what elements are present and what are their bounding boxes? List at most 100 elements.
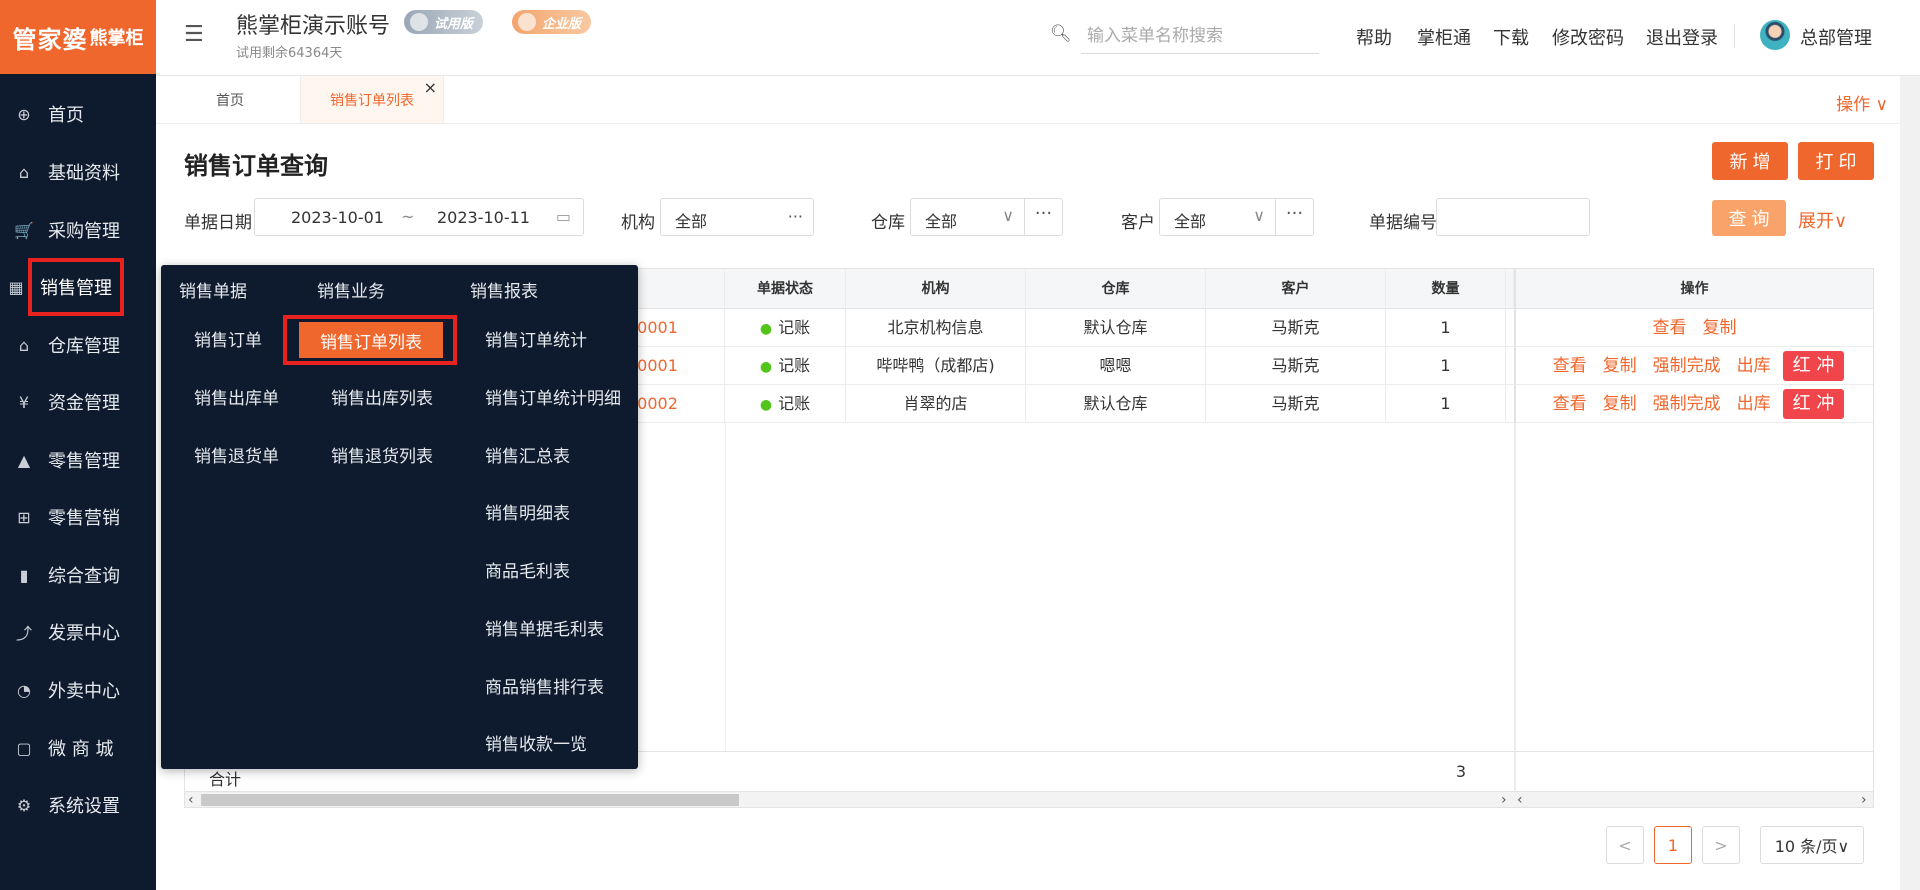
sidebar: 管家婆 熊掌柜 ⊕ 首页 ⌂ 基础资料 🛒 采购管理 ▦ 销售管理 ⌂ 仓库管理 ¥ 资金管… (0, 0, 156, 890)
qty-cell: 1 (1386, 309, 1506, 347)
outbound-link[interactable]: 出库 (1737, 394, 1771, 414)
copy-link[interactable]: 复制 (1603, 356, 1637, 376)
submenu-item-collection-overview[interactable]: 销售收款一览 (485, 730, 587, 755)
customer-select[interactable]: 全部 ∨ ··· (1159, 198, 1314, 236)
sidebar-item-query[interactable]: ▮ 综合查询 (0, 553, 156, 597)
org-select[interactable]: 全部 ··· (660, 198, 814, 236)
sidebar-item-basic-data[interactable]: ⌂ 基础资料 (0, 150, 156, 194)
sidebar-item-sales[interactable]: ▦ 销售管理 (8, 258, 124, 316)
page-scrollbar[interactable] (1900, 76, 1920, 890)
submenu-item-product-margin[interactable]: 商品毛利表 (485, 557, 570, 582)
copy-link[interactable]: 复制 (1603, 394, 1637, 414)
submenu-item-sales-outbound[interactable]: 销售出库单 (194, 384, 279, 409)
sidebar-item-purchase[interactable]: 🛒 采购管理 (0, 208, 156, 252)
expand-filters-link[interactable]: 展开∨ (1798, 207, 1847, 233)
scrollbar-thumb[interactable] (201, 794, 739, 806)
submenu-item-outbound-list[interactable]: 销售出库列表 (331, 384, 433, 409)
menu-search-input[interactable] (1081, 18, 1319, 54)
scroll-right-icon[interactable]: › (1501, 792, 1507, 808)
query-button[interactable]: 查 询 (1712, 200, 1786, 236)
force-complete-link[interactable]: 强制完成 (1653, 356, 1721, 376)
trial-badge-label: 试用版 (434, 16, 474, 32)
view-link[interactable]: 查看 (1553, 394, 1587, 414)
new-button[interactable]: 新 增 (1712, 142, 1788, 180)
submenu-item-sales-order[interactable]: 销售订单 (194, 326, 262, 351)
sidebar-item-invoice[interactable]: ⤴ 发票中心 (0, 610, 156, 654)
prev-page-button[interactable]: < (1606, 826, 1644, 864)
zhanggui-tong-link[interactable]: 掌柜通 (1417, 24, 1471, 50)
page-1-button[interactable]: 1 (1654, 826, 1692, 864)
help-link[interactable]: 帮助 (1356, 24, 1392, 50)
customer-cell: 马斯克 (1206, 385, 1386, 423)
close-icon[interactable]: × (424, 78, 437, 97)
sidebar-item-label: 综合查询 (48, 566, 120, 587)
warehouse-select[interactable]: 全部 ∨ ··· (910, 198, 1063, 236)
submenu-item-order-stats-detail[interactable]: 销售订单统计明细 (485, 384, 621, 409)
submenu-item-sales-detail[interactable]: 销售明细表 (485, 499, 570, 524)
logo-main-text: 管家婆 (12, 25, 88, 54)
brand-logo[interactable]: 管家婆 熊掌柜 (0, 0, 156, 74)
logout-link[interactable]: 退出登录 (1646, 24, 1718, 50)
view-link[interactable]: 查看 (1553, 356, 1587, 376)
sidebar-item-retail[interactable]: ▲ 零售管理 (0, 438, 156, 482)
date-range-picker[interactable]: 2023-10-01 ~ 2023-10-11 ▭ (254, 198, 584, 236)
page-size-select[interactable]: 10 条/页∨ (1760, 826, 1864, 864)
sidebar-item-home[interactable]: ⊕ 首页 (0, 92, 156, 136)
print-button[interactable]: 打 印 (1798, 142, 1874, 180)
order-no-filter-label: 单据编号 (1369, 213, 1437, 233)
date-from[interactable]: 2023-10-01 (291, 208, 384, 227)
submenu-item-sales-summary[interactable]: 销售汇总表 (485, 442, 570, 467)
sidebar-item-funds[interactable]: ¥ 资金管理 (0, 380, 156, 424)
scroll-left-icon[interactable]: ‹ (188, 792, 194, 808)
horizontal-scrollbar[interactable]: ‹ › ‹ › (185, 791, 1873, 808)
next-page-button[interactable]: > (1702, 826, 1740, 864)
submenu-item-product-ranking[interactable]: 商品销售排行表 (485, 673, 604, 698)
more-icon[interactable]: ··· (1024, 199, 1062, 235)
red-reverse-button[interactable]: 红 冲 (1782, 351, 1845, 381)
tab-operations-dropdown[interactable]: 操作 ∨ (1836, 90, 1888, 115)
outbound-link[interactable]: 出库 (1737, 356, 1771, 376)
tab-home[interactable]: 首页 (170, 76, 290, 123)
enterprise-badge: 企业版 (512, 10, 592, 34)
logo-sub-text: 熊掌柜 (89, 28, 144, 49)
calendar-icon[interactable]: ▭ (556, 207, 571, 226)
force-complete-link[interactable]: 强制完成 (1653, 394, 1721, 414)
gift-icon: ⊞ (17, 507, 31, 527)
sidebar-item-label: 资金管理 (48, 393, 120, 414)
sidebar-item-warehouse[interactable]: ⌂ 仓库管理 (0, 323, 156, 367)
scroll-left-icon[interactable]: ‹ (1517, 792, 1523, 808)
view-link[interactable]: 查看 (1653, 318, 1687, 338)
submenu-item-label: 销售订单列表 (291, 322, 449, 358)
tab-sales-order-list[interactable]: 销售订单列表 × (300, 76, 444, 123)
account-title: 熊掌柜演示账号 (236, 14, 391, 39)
sidebar-item-delivery[interactable]: ◔ 外卖中心 (0, 668, 156, 712)
scroll-right-icon[interactable]: › (1861, 792, 1867, 808)
sidebar-item-marketing[interactable]: ⊞ 零售营销 (0, 495, 156, 539)
trial-badge-icon (410, 13, 428, 31)
warehouse-cell: 默认仓库 (1026, 309, 1206, 347)
more-icon[interactable]: ··· (788, 207, 803, 226)
tab-label: 销售订单列表 (330, 92, 414, 109)
sidebar-item-mall[interactable]: ▢ 微 商 城 (0, 726, 156, 770)
submenu-item-sales-order-list[interactable]: 销售订单列表 (283, 315, 457, 365)
submenu-item-document-margin[interactable]: 销售单据毛利表 (485, 615, 604, 640)
avatar[interactable] (1760, 20, 1790, 50)
submenu-item-sales-return[interactable]: 销售退货单 (194, 442, 279, 467)
change-password-link[interactable]: 修改密码 (1552, 24, 1624, 50)
red-reverse-button[interactable]: 红 冲 (1782, 389, 1845, 419)
download-link[interactable]: 下载 (1493, 24, 1529, 50)
menu-toggle-icon[interactable]: ☰ (184, 22, 204, 47)
sidebar-item-label: 发票中心 (48, 623, 120, 644)
sidebar-item-label: 外卖中心 (48, 681, 120, 702)
order-no-input[interactable] (1436, 198, 1590, 236)
more-icon[interactable]: ··· (1275, 199, 1313, 235)
submenu-item-return-list[interactable]: 销售退货列表 (331, 442, 433, 467)
date-to[interactable]: 2023-10-11 (437, 208, 530, 227)
sidebar-item-settings[interactable]: ⚙ 系统设置 (0, 783, 156, 827)
search-icon[interactable]: 🔍︎ (1050, 24, 1072, 44)
user-name[interactable]: 总部管理 (1800, 24, 1872, 50)
submenu-item-order-stats[interactable]: 销售订单统计 (485, 326, 587, 351)
customer-select-value: 全部 (1174, 212, 1207, 231)
sidebar-item-label: 销售管理 (40, 278, 112, 299)
copy-link[interactable]: 复制 (1703, 318, 1737, 338)
